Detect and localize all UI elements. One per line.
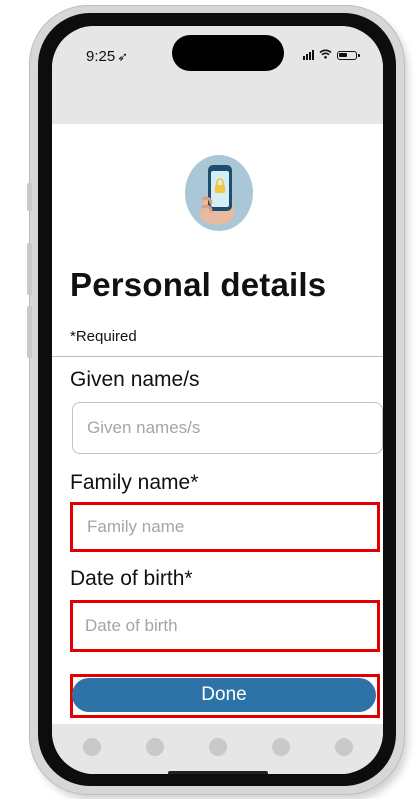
nav-dot-1[interactable]	[82, 738, 101, 756]
nav-dot-2[interactable]	[145, 738, 164, 756]
section-divider	[52, 356, 383, 357]
phone-action-button	[27, 183, 32, 211]
phone-screen: 9:25 ➶ Personal details *Required Given …	[52, 26, 383, 774]
bottom-navigation	[52, 724, 383, 774]
bottom-nav-dots	[52, 738, 383, 756]
dynamic-island	[172, 35, 284, 71]
phone-volume-down-button	[27, 306, 32, 358]
family-name-label: Family name*	[70, 471, 199, 494]
nav-dot-3[interactable]	[208, 738, 227, 756]
date-of-birth-label: Date of birth*	[70, 567, 193, 590]
battery-icon	[337, 50, 360, 60]
status-time-text: 9:25	[86, 48, 116, 65]
nav-dot-5[interactable]	[334, 738, 353, 756]
location-arrow-icon: ➶	[117, 49, 129, 64]
done-button[interactable]: Done	[72, 678, 376, 712]
family-name-input[interactable]	[73, 505, 377, 549]
status-bar: 9:25 ➶	[52, 26, 383, 124]
date-of-birth-input[interactable]	[73, 603, 377, 649]
status-icons	[303, 48, 360, 62]
home-indicator[interactable]	[168, 771, 268, 774]
required-note: *Required	[70, 328, 137, 345]
signal-bars-icon	[303, 50, 314, 60]
status-time: 9:25 ➶	[86, 48, 128, 65]
nav-dot-4[interactable]	[271, 738, 290, 756]
wifi-icon	[319, 49, 332, 61]
page-title: Personal details	[70, 266, 327, 303]
hand-holding-phone-lock-icon	[183, 153, 255, 233]
phone-volume-up-button	[27, 243, 32, 295]
given-name-label: Given name/s	[70, 368, 200, 391]
given-name-input[interactable]	[72, 402, 383, 454]
